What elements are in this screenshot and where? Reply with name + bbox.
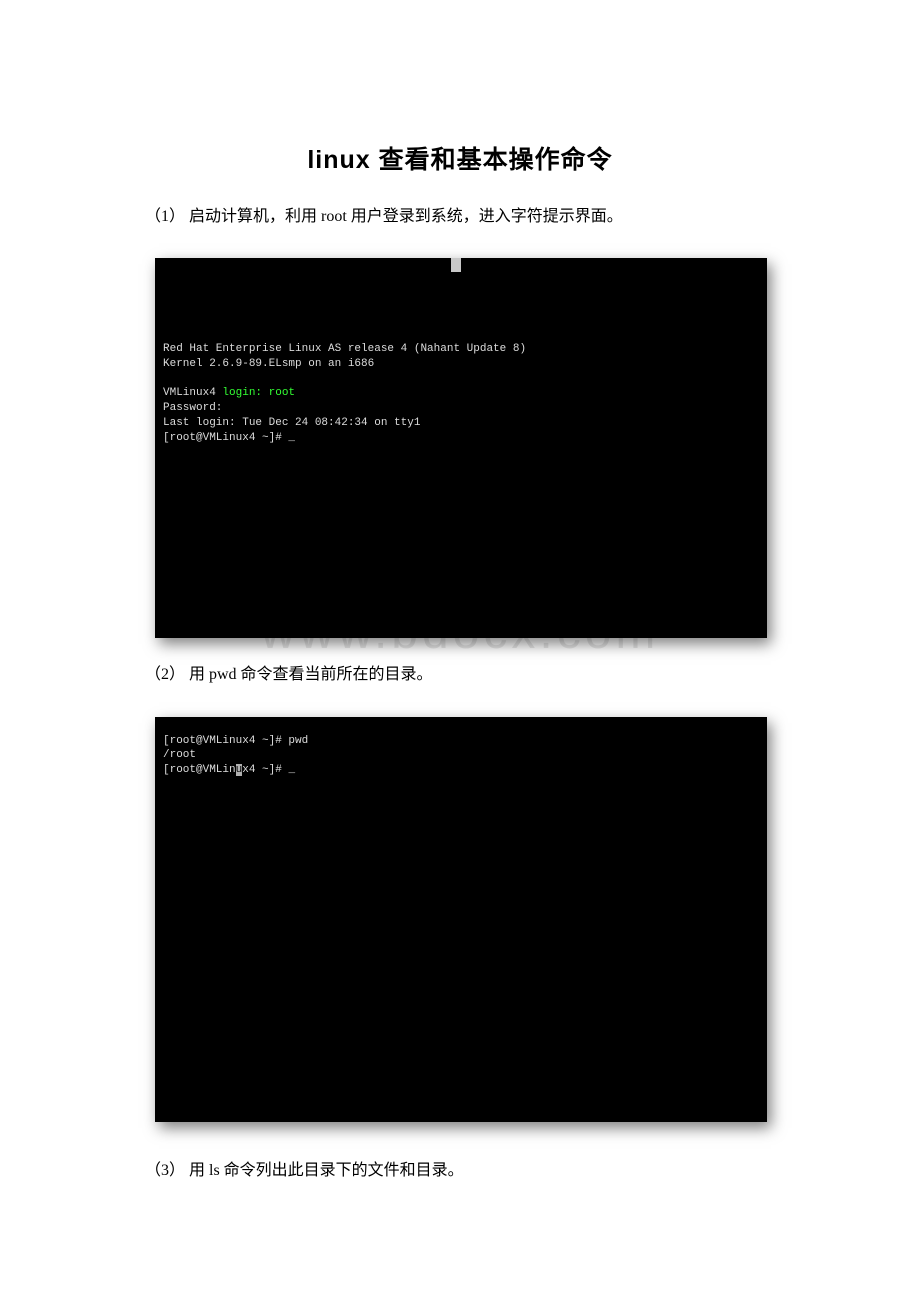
term2-line1: [root@VMLinux4 ~]# pwd bbox=[163, 735, 308, 747]
term1-line3a: VMLinux4 bbox=[163, 387, 222, 399]
term1-line1: Red Hat Enterprise Linux AS release 4 (N… bbox=[163, 343, 526, 355]
page-title: linux 查看和基本操作命令 bbox=[145, 140, 775, 176]
terminal-header-marker bbox=[451, 258, 461, 272]
step-2-text: （2） 用 pwd 命令查看当前所在的目录。 bbox=[145, 660, 775, 690]
term1-line2: Kernel 2.6.9-89.ELsmp on an i686 bbox=[163, 358, 374, 370]
document-page: linux 查看和基本操作命令 （1） 启动计算机，利用 root 用户登录到系… bbox=[0, 0, 920, 1272]
terminal-2-wrap: [root@VMLinux4 ~]# pwd /root [root@VMLin… bbox=[155, 717, 767, 1122]
term1-login-user: root bbox=[262, 387, 295, 399]
term2-line2: /root bbox=[163, 749, 196, 761]
terminal-2: [root@VMLinux4 ~]# pwd /root [root@VMLin… bbox=[155, 717, 767, 1122]
terminal-1-wrap: Red Hat Enterprise Linux AS release 4 (N… bbox=[155, 258, 767, 638]
term1-login-label: login: bbox=[222, 387, 262, 399]
term1-prompt: [root@VMLinux4 ~]# bbox=[163, 432, 295, 444]
terminal-header-strip bbox=[155, 258, 767, 274]
step-1-text: （1） 启动计算机，利用 root 用户登录到系统，进入字符提示界面。 bbox=[145, 202, 775, 232]
term2-line3a: [root@VMLin bbox=[163, 764, 236, 776]
terminal-1: Red Hat Enterprise Linux AS release 4 (N… bbox=[155, 258, 767, 638]
term1-password: Password: bbox=[163, 402, 222, 414]
step-3-text: （3） 用 ls 命令列出此目录下的文件和目录。 bbox=[145, 1156, 775, 1186]
term1-lastlogin: Last login: Tue Dec 24 08:42:34 on tty1 bbox=[163, 417, 420, 429]
term2-line3c: x4 ~]# bbox=[242, 764, 295, 776]
